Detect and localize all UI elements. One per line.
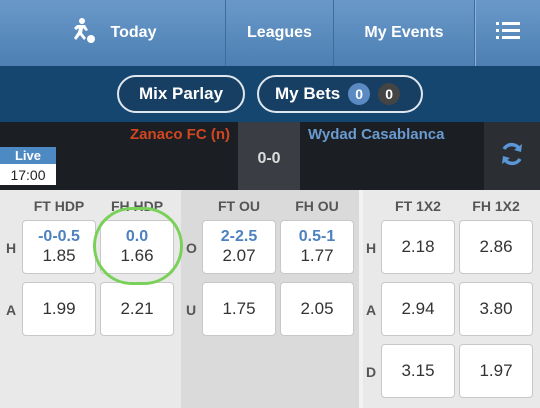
one-x-two-panel: FT 1X2 FH 1X2 H A D 2.18 2.86 2.94 3.80 … [359,190,540,408]
mix-parlay-label: Mix Parlay [138,84,224,103]
mix-parlay-button[interactable]: Mix Parlay [117,75,245,113]
odds-table: FT HDP FH HDP H A -0-0.5 1.85 0.0 1.66 1… [0,190,540,408]
row-label-away: A [366,302,377,318]
live-indicator: Live 17:00 [0,147,56,185]
match-time: 17:00 [0,164,56,185]
odds-fh-1x2-away[interactable]: 3.80 [459,282,533,336]
ou-line: 0.5-1 [298,228,336,245]
odds-value: 2.86 [479,237,513,256]
odds-fh-1x2-draw[interactable]: 1.97 [459,344,533,398]
refresh-icon [498,140,526,173]
odds-value: 2.94 [401,299,435,318]
odds-fh-hdp-home[interactable]: 0.0 1.66 [100,220,174,274]
odds-value: 1.66 [120,246,154,265]
odds-ft-1x2-home[interactable]: 2.18 [381,220,455,274]
col-fh-1x2: FH 1X2 [472,198,520,214]
ou-line: 2-2.5 [220,228,258,245]
odds-value: 3.80 [479,299,513,318]
odds-value: 2.21 [120,299,154,318]
col-ft-hdp: FT HDP [33,198,85,214]
odds-ft-1x2-draw[interactable]: 3.15 [381,344,455,398]
odds-value: 1.75 [222,299,256,318]
odds-value: 1.85 [42,246,76,265]
top-navigation: Today Leagues My Events [0,0,540,66]
row-label-draw: D [366,364,377,380]
bet-bar: Mix Parlay My Bets 0 0 [0,66,540,122]
nav-leagues-label: Leagues [247,24,312,41]
menu-button[interactable] [475,0,540,66]
odds-ft-ou-under[interactable]: 1.75 [202,282,276,336]
col-ft-ou: FT OU [218,198,260,214]
nav-today[interactable]: Today [0,0,226,66]
nav-my-events-label: My Events [364,24,444,41]
live-tag: Live [0,147,56,164]
hdp-line: 0.0 [125,228,149,245]
odds-fh-ou-under[interactable]: 2.05 [280,282,354,336]
row-label-home: H [366,240,377,256]
away-team-name: Wydad Casablanca [308,126,445,143]
odds-value: 1.99 [42,299,76,318]
odds-value: 3.15 [401,361,435,380]
refresh-button[interactable] [484,122,540,190]
odds-fh-ou-over[interactable]: 0.5-1 1.77 [280,220,354,274]
odds-ft-hdp-away[interactable]: 1.99 [22,282,96,336]
row-label-over: O [186,240,197,256]
odds-value: 2.18 [401,237,435,256]
odds-value: 2.07 [222,246,256,265]
odds-value: 1.77 [300,246,334,265]
match-header: Live 17:00 Zanaco FC (n) 0-0 Wydad Casab… [0,122,540,190]
nav-my-events[interactable]: My Events [334,0,475,66]
my-bets-count-badge: 0 [348,83,371,105]
odds-fh-hdp-away[interactable]: 2.21 [100,282,174,336]
odds-ft-1x2-away[interactable]: 2.94 [381,282,455,336]
col-fh-hdp: FH HDP [110,198,164,214]
row-label-home: H [6,240,17,256]
row-label-under: U [186,302,197,318]
over-under-panel: FT OU FH OU O U 2-2.5 2.07 0.5-1 1.77 1.… [181,190,359,408]
odds-fh-1x2-home[interactable]: 2.86 [459,220,533,274]
col-fh-ou: FH OU [295,198,339,214]
match-score: 0-0 [238,122,300,190]
nav-today-label: Today [110,24,157,41]
nav-leagues[interactable]: Leagues [226,0,334,66]
handicap-panel: FT HDP FH HDP H A -0-0.5 1.85 0.0 1.66 1… [0,190,181,408]
my-bets-button[interactable]: My Bets 0 0 [257,75,423,113]
soccer-player-icon [69,17,97,50]
row-label-away: A [6,302,17,318]
my-bets-pending-badge: 0 [378,83,401,105]
list-menu-icon [496,21,520,46]
odds-value: 2.05 [300,299,334,318]
home-team-name: Zanaco FC (n) [130,126,230,143]
my-bets-label: My Bets [275,84,341,103]
odds-value: 1.97 [479,361,513,380]
hdp-line: -0-0.5 [38,228,80,245]
odds-ft-ou-over[interactable]: 2-2.5 2.07 [202,220,276,274]
col-ft-1x2: FT 1X2 [395,198,441,214]
odds-ft-hdp-home[interactable]: -0-0.5 1.85 [22,220,96,274]
